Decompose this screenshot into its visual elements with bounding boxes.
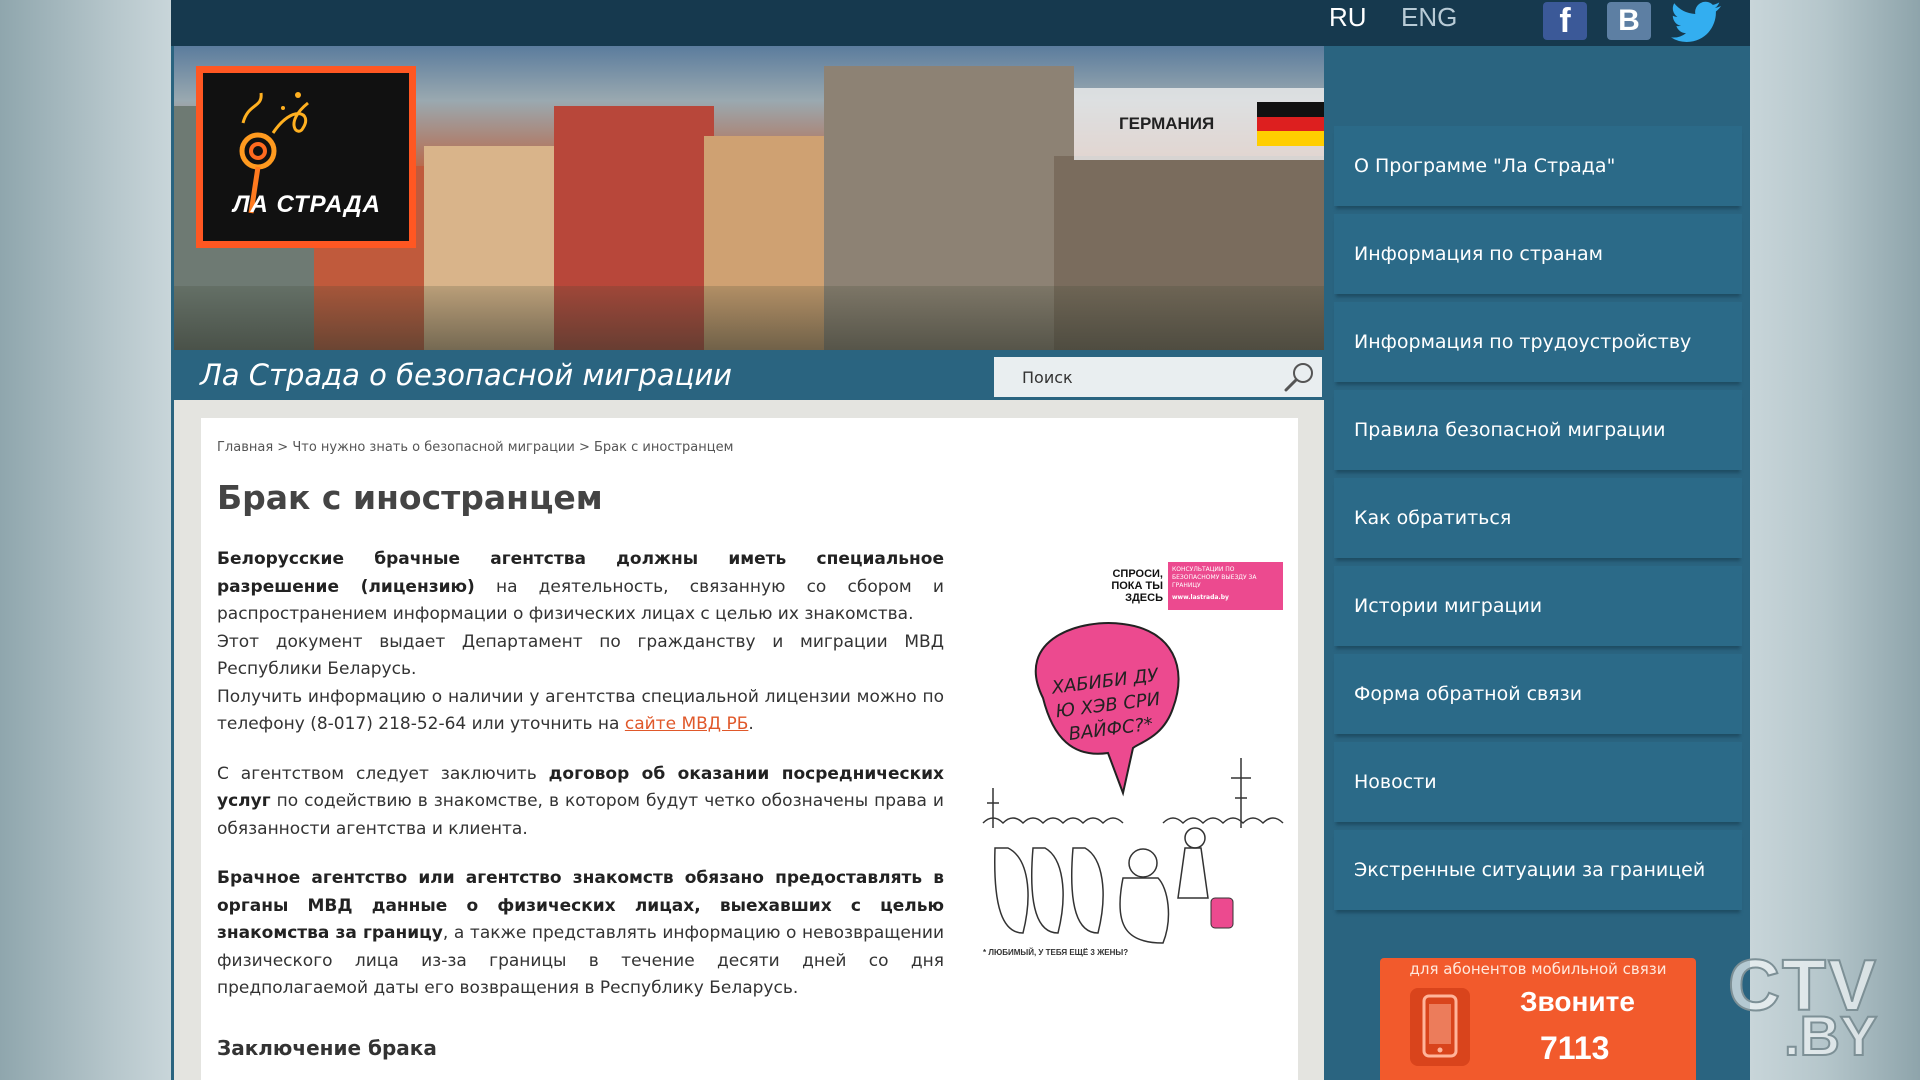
nav-item-emergency-abroad[interactable]: Экстренные ситуации за границей (1334, 830, 1742, 910)
hotline-banner[interactable]: для абонентов мобильной связи Звоните 71… (1380, 958, 1696, 1080)
breadcrumb-safe-migration[interactable]: Что нужно знать о безопасной миграции (292, 440, 574, 455)
nav-label: Как обратиться (1354, 507, 1512, 529)
top-bar: RU ENG f B (171, 0, 1750, 46)
nav-item-feedback-form[interactable]: Форма обратной связи (1334, 654, 1742, 734)
nav-label: Правила безопасной миграции (1354, 419, 1666, 441)
nav-label: Экстренные ситуации за границей (1354, 859, 1706, 881)
text: . (748, 714, 754, 734)
breadcrumb-separator: > (277, 440, 289, 455)
mvd-site-link[interactable]: сайте МВД РБ (625, 714, 749, 734)
country-badge[interactable]: ГЕРМАНИЯ (1074, 88, 1324, 160)
lang-eng-link[interactable]: ENG (1401, 2, 1457, 33)
lang-ru-link[interactable]: RU (1329, 2, 1367, 33)
hotline-title: Звоните (1520, 986, 1635, 1017)
site-tagline: Ла Страда о безопасной миграции (200, 358, 733, 392)
article-body: Белорусские брачные агентства должны име… (217, 546, 944, 1025)
nav-item-safe-migration-rules[interactable]: Правила безопасной миграции (1334, 390, 1742, 470)
hero-banner: ЛА СТРАДА ГЕРМАНИЯ (174, 46, 1324, 350)
logo-text: ЛА СТРАДА (233, 191, 381, 218)
vkontakte-icon[interactable]: B (1607, 2, 1651, 40)
nav-label: Новости (1354, 771, 1437, 793)
text: Получить информацию о наличии у агентств… (217, 686, 944, 735)
article-paragraph: Белорусские брачные агентства должны име… (217, 546, 944, 739)
search-icon[interactable] (1282, 361, 1316, 393)
page-title: Брак с иностранцем (217, 478, 603, 517)
search-input[interactable] (994, 357, 1274, 397)
text: по содействию в знакомстве, в котором бу… (217, 791, 944, 839)
breadcrumb-current: Брак с иностранцем (594, 440, 734, 455)
nav-label: Информация по странам (1354, 243, 1603, 265)
website: RU ENG f B ЛА СТРАДА ГЕРМАНИЯ Ла Страда … (171, 0, 1750, 1080)
ctv-watermark-logo: CTV .BY (1727, 945, 1908, 1068)
nav-item-about-program[interactable]: О Программе "Ла Страда" (1334, 126, 1742, 206)
facebook-icon[interactable]: f (1543, 2, 1587, 40)
nav-label: Форма обратной связи (1354, 683, 1583, 705)
article-paragraph: Брачное агентство или агентство знакомст… (217, 865, 944, 1003)
poster-illustration (982, 622, 1284, 944)
nav-label: О Программе "Ла Страда" (1354, 155, 1616, 177)
phone-icon (1410, 988, 1470, 1066)
nav-label: Информация по трудоустройству (1354, 331, 1692, 353)
article-paragraph: С агентством следует заключить договор о… (217, 761, 944, 844)
nav-item-country-info[interactable]: Информация по странам (1334, 214, 1742, 294)
nav-item-news[interactable]: Новости (1334, 742, 1742, 822)
nav-item-employment-info[interactable]: Информация по трудоустройству (1334, 302, 1742, 382)
breadcrumb: Главная > Что нужно знать о безопасной м… (217, 440, 733, 455)
search-box (994, 357, 1322, 397)
hotline-number: 7113 (1540, 1030, 1610, 1066)
la-strada-logo[interactable]: ЛА СТРАДА (196, 66, 416, 248)
country-label: ГЕРМАНИЯ (1119, 114, 1215, 133)
content-area: Главная > Что нужно знать о безопасной м… (174, 400, 1324, 1080)
watermark-by: .BY (1783, 1003, 1878, 1068)
tagline-bar: Ла Страда о безопасной миграции (174, 350, 1324, 400)
breadcrumb-separator: > (578, 440, 590, 455)
germany-flag-icon (1257, 102, 1324, 146)
twitter-icon[interactable] (1671, 0, 1723, 43)
nav-item-migration-stories[interactable]: Истории миграции (1334, 566, 1742, 646)
section-heading: Заключение брака (217, 1036, 437, 1060)
hotline-subtitle: для абонентов мобильной связи (1409, 960, 1667, 978)
article-card: Главная > Что нужно знать о безопасной м… (201, 418, 1298, 1080)
awareness-poster: СПРОСИ, ПОКА ТЫ ЗДЕСЬ КОНСУЛЬТАЦИИ ПО БЕ… (973, 548, 1293, 968)
text: Этот документ выдает Департамент по граж… (217, 631, 944, 680)
sidebar-nav: О Программе "Ла Страда" Информация по ст… (1324, 46, 1750, 1080)
breadcrumb-home[interactable]: Главная (217, 440, 273, 455)
text: С агентством следует заключить (217, 763, 549, 784)
nav-item-how-to-contact[interactable]: Как обратиться (1334, 478, 1742, 558)
poster-caption: * ЛЮБИМЫЙ, У ТЕБЯ ЕЩЁ 3 ЖЕНЫ? (983, 948, 1129, 957)
nav-label: Истории миграции (1354, 595, 1543, 617)
banner-shade (174, 286, 1324, 350)
